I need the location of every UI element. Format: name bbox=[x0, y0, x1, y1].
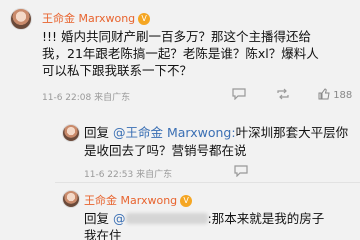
mention-link[interactable]: @ bbox=[113, 211, 126, 226]
reply-text: 叶深圳那套大平层你 bbox=[235, 125, 349, 140]
comment-time: 11-6 22:08 来自广东 bbox=[42, 93, 131, 103]
redacted-username bbox=[125, 213, 208, 224]
more-icon[interactable] bbox=[234, 165, 248, 177]
avatar[interactable] bbox=[10, 8, 32, 30]
comment-line: !!! 婚内共同财产刷一百多万？那这个主播得还给 bbox=[42, 29, 312, 44]
author-name[interactable]: 王命金 Marxwong V bbox=[42, 10, 151, 26]
reply-text-line-1: 回复 @ :那本来就是我的房子 bbox=[84, 210, 324, 227]
author-name[interactable]: 王命金 Marxwong V bbox=[84, 192, 193, 208]
author-name-text: 王命金 Marxwong bbox=[84, 194, 178, 207]
reply-text-line-2: 是收回去了吗？营销号都在说 bbox=[84, 143, 247, 158]
mention-link[interactable]: @王命金 Marxwong: bbox=[113, 125, 236, 140]
like-count: 188 bbox=[333, 90, 353, 101]
reply-time: 11-6 22:53 来自广东 bbox=[84, 170, 173, 180]
retweet-icon[interactable] bbox=[276, 88, 290, 100]
avatar[interactable] bbox=[62, 190, 80, 208]
reply-avatar[interactable] bbox=[62, 124, 80, 142]
verified-badge-icon: V bbox=[138, 13, 151, 25]
comment-line: 可以私下跟我联系一下不？ bbox=[42, 63, 193, 78]
like-button[interactable]: 188 bbox=[318, 88, 352, 101]
reply-text-line-1: 回复 @王命金 Marxwong:叶深圳那套大平层你 bbox=[84, 124, 348, 141]
divider bbox=[55, 182, 360, 183]
like-icon bbox=[318, 88, 330, 100]
reply-prefix: 回复 bbox=[84, 211, 110, 226]
verified-badge-icon: V bbox=[180, 195, 193, 207]
reply-prefix: 回复 bbox=[84, 125, 110, 140]
comment-line: 我，21年跟老陈搞一起？老陈是谁？陈xl？爆料人 bbox=[42, 46, 319, 61]
reply-text-line-2: 我在住 bbox=[84, 228, 122, 240]
comment-text: !!! 婚内共同财产刷一百多万？那这个主播得还给 我，21年跟老陈搞一起？老陈是… bbox=[42, 28, 354, 79]
reply-text: :那本来就是我的房子 bbox=[207, 211, 325, 226]
comment-icon[interactable] bbox=[232, 88, 246, 100]
author-name-text: 王命金 Marxwong bbox=[42, 12, 136, 25]
